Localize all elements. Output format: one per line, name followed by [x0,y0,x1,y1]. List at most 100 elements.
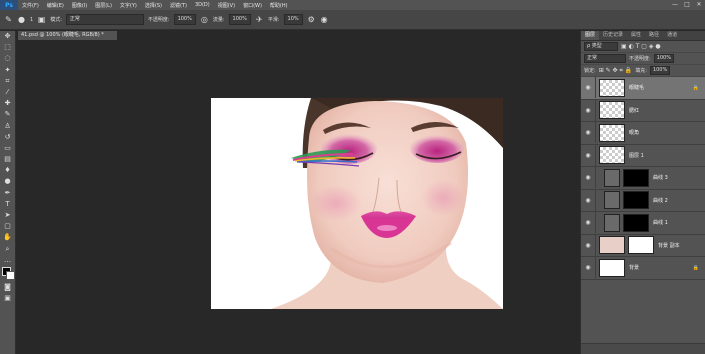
pressure-size-icon[interactable]: ◉ [320,15,329,24]
pressure-opacity-icon[interactable]: ◎ [200,15,209,24]
visibility-eye-icon[interactable]: ◉ [581,107,595,114]
maximize-button[interactable]: □ [681,0,693,10]
layer-kind-filter[interactable]: ρ 类型 [584,42,618,51]
hand-tool-icon[interactable]: ✋ [0,232,15,243]
move-tool-icon[interactable]: ✥ [0,31,15,42]
gradient-icon[interactable]: ▤ [0,154,15,165]
tab-paths[interactable]: 路径 [645,31,663,40]
history-brush-icon[interactable]: ↺ [0,132,15,143]
brush-tool-icon[interactable]: ✎ [0,109,15,120]
visibility-eye-icon[interactable]: ◉ [581,174,595,181]
fill-input[interactable]: 100% [649,66,671,75]
quick-select-icon[interactable]: ✦ [0,65,15,76]
menu-layer[interactable]: 图层(L) [91,2,116,9]
dodge-icon[interactable]: ● [0,176,15,187]
layer-row[interactable]: ◉ 图层 1 [581,144,705,167]
portrait-image [211,98,503,309]
shape-tool-icon[interactable]: ▢ [0,221,15,232]
tab-channels[interactable]: 通道 [663,31,681,40]
layer-row[interactable]: ◉ 曲线 3 [581,167,705,190]
menu-view[interactable]: 视图(V) [214,2,239,9]
menu-filter[interactable]: 滤镜(T) [166,2,191,9]
eyedropper-icon[interactable]: ⁄ [0,87,15,98]
mode-select[interactable]: 正常 [65,14,144,25]
smoothing-input[interactable]: 10% [283,14,303,25]
layer-mask-thumbnail [623,213,649,232]
curves-adjustment-icon [604,191,620,210]
visibility-eye-icon[interactable]: ◉ [581,129,595,136]
path-select-icon[interactable]: ➤ [0,210,15,221]
layer-name: 背景 副本 [658,242,680,249]
blur-icon[interactable]: ♦ [0,165,15,176]
visibility-eye-icon[interactable]: ◉ [581,219,595,226]
layers-panel: 图层 历史记录 属性 路径 通道 ρ 类型 ▣ ◐ T ▢ ◈ ● 正常 不透明… [580,31,705,354]
menu-3d[interactable]: 3D(D) [191,2,214,8]
layer-row[interactable]: ◉ 腮红 [581,99,705,122]
layer-name: 曲线 1 [653,220,668,227]
brush-size-value: 1 [30,16,34,23]
more-tools-icon[interactable]: … [0,255,15,266]
menu-bar: Ps 文件(F) 编辑(E) 图像(I) 图层(L) 文字(Y) 选择(S) 滤… [0,0,705,10]
blend-row: 正常 不透明度: 100% [581,53,705,65]
layer-row[interactable]: ◉ 曲线 1 [581,212,705,235]
layer-thumbnail [599,101,625,120]
menu-edit[interactable]: 编辑(E) [43,2,68,9]
filter-icons[interactable]: ▣ ◐ T ▢ ◈ ● [621,43,661,50]
layer-thumbnail [599,123,625,142]
layer-row[interactable]: ◉ 背景 🔒 [581,257,705,280]
brush-tool-icon[interactable]: ✎ [4,15,13,24]
brush-preset-icon[interactable]: ● [17,15,26,24]
settings-gear-icon[interactable]: ⚙ [307,15,316,24]
menu-select[interactable]: 选择(S) [141,2,166,9]
layer-name: 背景 [629,265,640,272]
visibility-eye-icon[interactable]: ◉ [581,84,595,91]
tab-properties[interactable]: 属性 [627,31,645,40]
type-tool-icon[interactable]: T [0,199,15,210]
lasso-tool-icon[interactable]: ◌ [0,53,15,64]
color-swatches[interactable] [0,266,15,282]
opacity-input[interactable]: 100% [173,14,196,25]
blend-mode-select[interactable]: 正常 [584,54,626,63]
layer-row[interactable]: ◉ 曲线 2 [581,189,705,212]
visibility-eye-icon[interactable]: ◉ [581,264,595,271]
smoothing-label: 平滑: [267,17,280,23]
visibility-eye-icon[interactable]: ◉ [581,152,595,159]
close-button[interactable]: ✕ [693,0,705,10]
screen-mode-icon[interactable]: ▣ [0,293,15,304]
layer-name: 图层 1 [629,152,644,159]
tab-layers[interactable]: 图层 [581,31,600,40]
visibility-eye-icon[interactable]: ◉ [581,242,595,249]
menu-image[interactable]: 图像(I) [68,2,91,9]
menu-window[interactable]: 窗口(W) [239,2,266,9]
layer-row[interactable]: ◉ 背景 副本 [581,234,705,257]
menu-help[interactable]: 帮助(H) [266,2,292,9]
window-controls: — □ ✕ [669,0,705,10]
layer-opacity-input[interactable]: 100% [653,54,674,63]
layer-row[interactable]: ◉ 眼角 [581,122,705,145]
layer-row[interactable]: ◉ 眼睫毛 🔒 [581,77,705,100]
minimize-button[interactable]: — [669,0,681,10]
crop-tool-icon[interactable]: ⌗ [0,76,15,87]
quick-mask-icon[interactable]: ◙ [0,282,15,293]
airbrush-icon[interactable]: ✈ [255,15,264,24]
flow-input[interactable]: 100% [228,14,251,25]
layer-name: 眼角 [629,130,640,137]
layer-name: 曲线 2 [653,197,668,204]
brush-panel-icon[interactable]: ▣ [37,15,46,24]
lock-icons[interactable]: ⊞ ✎ ✥ ⌗ 🔒 [599,67,633,75]
background-color[interactable] [6,270,15,280]
eraser-icon[interactable]: ▭ [0,143,15,154]
menu-type[interactable]: 文字(Y) [116,2,141,9]
zoom-tool-icon[interactable]: ⌕ [0,244,15,255]
visibility-eye-icon[interactable]: ◉ [581,197,595,204]
document-canvas[interactable] [211,98,503,309]
pen-tool-icon[interactable]: ✒ [0,188,15,199]
clone-stamp-icon[interactable]: ♙ [0,121,15,132]
options-bar: ✎ ● 1 ▣ 模式: 正常 不透明度: 100% ◎ 流量: 100% ✈ 平… [0,10,705,30]
healing-brush-icon[interactable]: ✚ [0,98,15,109]
document-tab[interactable]: 41.psd @ 100% (眼睫毛, RGB/8) * [18,31,117,40]
tab-history[interactable]: 历史记录 [599,31,627,40]
marquee-tool-icon[interactable]: ⬚ [0,42,15,53]
layer-mask-thumbnail [628,236,654,255]
menu-file[interactable]: 文件(F) [18,2,43,9]
